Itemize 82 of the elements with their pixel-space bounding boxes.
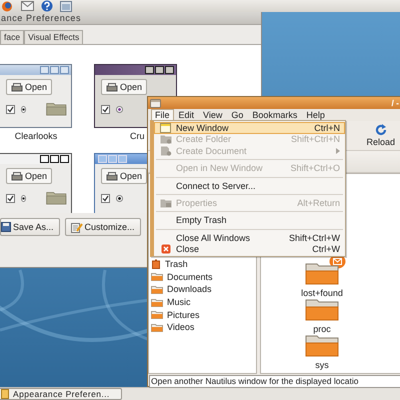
folder-item[interactable]: lost+found	[299, 263, 345, 298]
window-title: / -	[391, 98, 400, 108]
check-icon	[102, 194, 109, 202]
open-button[interactable]: Open	[101, 79, 148, 95]
folder-icon	[305, 335, 339, 357]
radio-button[interactable]	[116, 106, 123, 112]
folder-icon	[151, 298, 163, 307]
folder-icon	[160, 198, 172, 208]
menu-item[interactable]: Help	[302, 108, 329, 122]
menu-item[interactable]: Bookmarks	[248, 108, 302, 122]
sidebar-item[interactable]: Documents	[149, 270, 256, 284]
app-icon	[1, 389, 9, 399]
preview-title-bar	[0, 65, 71, 75]
close-icon	[160, 244, 170, 254]
browser-icon	[1, 0, 14, 12]
menu-item[interactable]: Go	[227, 108, 248, 122]
shortcut: Ctrl+W	[312, 244, 340, 254]
window-icon	[160, 122, 171, 133]
tray-icon	[11, 82, 23, 92]
folder-icon	[305, 263, 339, 285]
taskbar-button[interactable]: Appearance Preferen...	[0, 388, 122, 400]
folder-icon	[151, 284, 163, 294]
checkbox[interactable]	[101, 104, 110, 114]
trash-icon	[151, 259, 161, 270]
check-icon	[7, 106, 14, 112]
shortcut: Ctrl+N	[314, 122, 340, 133]
radio-button[interactable]	[21, 106, 26, 112]
open-button[interactable]: Open	[6, 79, 52, 95]
open-button[interactable]: Open	[101, 168, 148, 184]
sidebar-item[interactable]: Downloads	[149, 283, 256, 296]
shortcut: Shift+Ctrl+W	[288, 232, 340, 243]
theme-preview[interactable]: Open	[0, 153, 72, 213]
checkbox[interactable]	[6, 104, 15, 114]
tray-icon	[106, 172, 118, 180]
folder-icon	[305, 299, 339, 321]
folder-icon	[151, 310, 163, 320]
radio-button[interactable]	[116, 194, 123, 202]
sidebar-item[interactable]: Pictures	[149, 308, 256, 321]
menu-item[interactable]: Edit	[174, 108, 198, 122]
pencil-icon	[70, 222, 83, 232]
shortcut: Shift+Ctrl+N	[290, 134, 340, 144]
window-title: ance Preferences	[0, 13, 82, 23]
tray-icon	[106, 82, 118, 92]
tab[interactable]: Visual Effects	[24, 30, 84, 44]
menu-item[interactable]: View	[199, 108, 226, 122]
reload-icon	[374, 124, 388, 136]
theme-name: Cru	[130, 131, 145, 141]
folder-icon	[151, 322, 163, 332]
sidebar-item[interactable]: Videos	[149, 320, 256, 334]
dialog-button[interactable]: Save As...	[0, 218, 60, 236]
tab[interactable]: face	[0, 30, 24, 44]
radio-button[interactable]	[21, 194, 26, 202]
folder-icon	[151, 272, 163, 282]
menu-item[interactable]: Connect to Server...	[154, 180, 345, 192]
open-button[interactable]: Open	[6, 168, 52, 184]
preview-title-bar	[95, 154, 147, 164]
status-bar: Open another Nautilus window for the displayed locatio	[149, 375, 400, 388]
check-icon	[102, 106, 109, 112]
help-icon	[41, 0, 53, 12]
mail-icon	[21, 1, 34, 11]
floppy-icon	[1, 222, 11, 232]
sidebar-item[interactable]: Music	[149, 296, 256, 308]
window-icon	[60, 0, 72, 12]
theme-name: Clearlooks	[14, 131, 58, 141]
shortcut: Shift+Ctrl+O	[290, 163, 340, 174]
document-icon	[160, 146, 172, 156]
sidebar-item[interactable]: Trash	[149, 258, 256, 271]
menu-item[interactable]: Close All Windows Shift+Ctrl+W	[154, 232, 345, 244]
tray-icon	[11, 172, 23, 180]
theme-preview[interactable]: Open	[0, 64, 72, 128]
checkbox[interactable]	[6, 194, 15, 202]
check-icon	[7, 194, 14, 202]
folder-item[interactable]: proc	[299, 299, 345, 334]
folder-item[interactable]: sys	[299, 335, 345, 370]
menu-item[interactable]: Empty Trash	[154, 214, 345, 226]
dialog-button[interactable]: Customize...	[64, 218, 141, 236]
menu-item[interactable]: Close Ctrl+W	[154, 244, 345, 256]
folder-icon	[160, 134, 172, 144]
checkbox[interactable]	[101, 194, 110, 202]
shortcut: Alt+Return	[297, 198, 340, 208]
theme-preview[interactable]: Open	[94, 153, 147, 213]
reload-button[interactable]: Reload	[364, 122, 397, 149]
